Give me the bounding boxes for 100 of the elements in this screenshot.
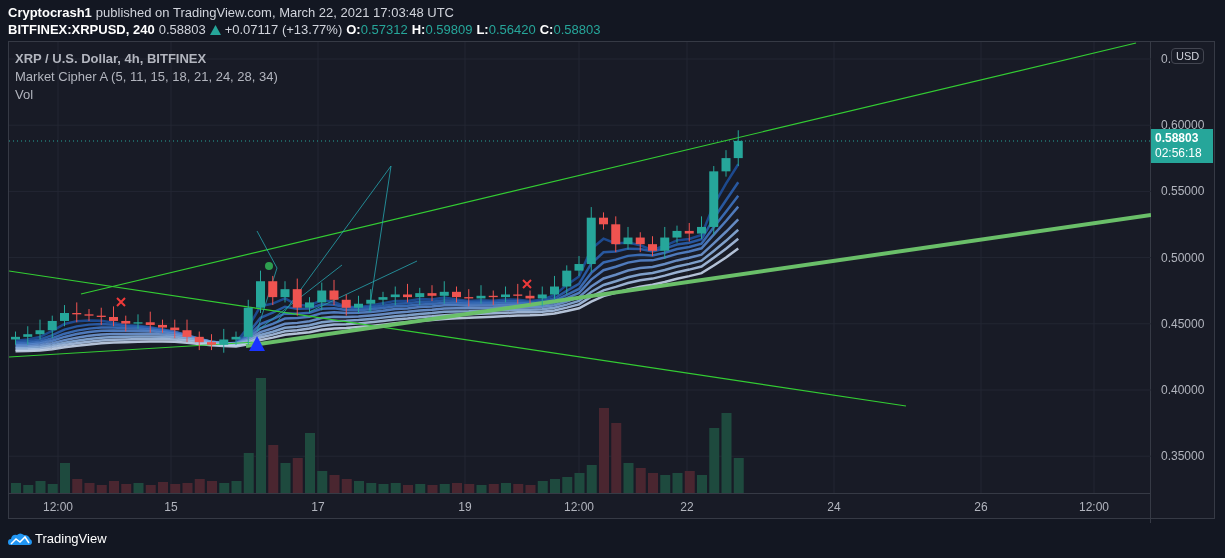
candle [513,283,523,305]
ohlc-value: 0.57312 [360,21,408,38]
candle [452,286,461,303]
candle [415,287,425,306]
candle [35,319,45,340]
candle [488,290,498,306]
candle [158,319,167,334]
candle [60,304,69,327]
candle [623,226,633,250]
cross-icon [116,297,126,307]
candle [219,328,229,354]
dot-icon [265,262,273,270]
candle [305,296,314,314]
candle [268,275,278,306]
cross-icon [522,279,532,289]
author-name: Cryptocrash1 [8,4,92,21]
candle [599,211,608,231]
candle [733,129,743,167]
symbol-label: BITFINEX:XRPUSD, 240 [8,21,155,38]
candle [709,165,719,236]
candle [439,280,449,305]
candle [23,325,33,346]
ohlc-label: C: [539,21,554,38]
candle [697,215,706,240]
candle [317,282,327,311]
candle [292,278,302,317]
up-triangle-icon [209,24,221,35]
candle [648,235,657,257]
candle [427,284,437,302]
candle [721,149,731,178]
last-price: 0.58803 [158,21,206,38]
candle [525,290,535,305]
price-change: +0.07117 (+13.77%) [224,21,343,38]
candle [403,283,412,303]
candle [366,288,376,313]
candle [390,286,400,306]
time-tick: 12:00 [1079,500,1109,514]
time-tick: 12:00 [564,500,594,514]
currency-button[interactable]: USD [1171,48,1205,64]
time-tick: 22 [680,500,694,514]
candle [280,280,290,303]
candle [684,222,694,242]
candle [611,215,621,253]
candle [256,270,265,314]
price-tick: 0.35000 [1161,449,1205,464]
candle [47,315,57,339]
price-tick: 0.45000 [1161,316,1205,331]
candle [537,286,547,307]
ohlc-value: 0.59809 [425,21,473,38]
ohlc-label: O: [346,21,361,38]
candle [72,301,82,323]
buy-triangle-icon [249,336,265,351]
candle [378,291,388,306]
candle [476,284,486,305]
candle [354,295,363,314]
price-tick: 0.50000 [1161,250,1205,265]
time-tick: 17 [311,500,325,514]
candle [231,331,241,346]
publish-info: published on TradingView.com, March 22, 2021 17:03:48 UTC [95,4,454,21]
time-tick: 26 [974,500,988,514]
candle [170,319,180,339]
candle [341,293,351,317]
candle [672,225,682,244]
candle [145,311,155,334]
candle [133,313,143,330]
ohlc-value: 0.56420 [488,21,536,38]
brand-name: TradingView [35,531,107,546]
candle [194,331,204,351]
candle [11,331,20,346]
cloud-logo-icon [8,531,32,546]
last-price-label: 0.58803 02:56:18 [1151,129,1213,163]
candle [586,206,596,273]
candle [121,315,131,333]
candle [574,255,584,277]
volume-label: Vol [15,86,35,104]
time-tick: 19 [458,500,472,514]
candle [501,286,510,303]
time-tick: 15 [164,500,178,514]
candle [96,307,106,326]
candle [84,308,94,322]
candle [464,288,474,307]
candle [562,264,572,295]
ohlc-value: 0.58803 [553,21,601,38]
indicator-label: Market Cipher A (5, 11, 15, 18, 21, 24, 28, 34) [15,68,278,86]
candle [109,305,118,327]
ohlc-label: H: [411,21,426,38]
chart-title: XRP / U.S. Dollar, 4h, BITFINEX [15,50,208,68]
candle [660,226,670,260]
candle [207,333,216,351]
candle [635,231,645,253]
candle [182,319,192,343]
candle [243,299,253,346]
price-tick: 0.55000 [1161,184,1205,199]
price-tick: 0. [1161,52,1171,66]
price-tick: 0.40000 [1161,383,1205,397]
time-tick: 24 [827,500,841,514]
ohlc-label: L: [476,21,489,38]
time-tick: 12:00 [43,500,73,514]
candle [550,275,559,301]
candle [329,279,339,306]
